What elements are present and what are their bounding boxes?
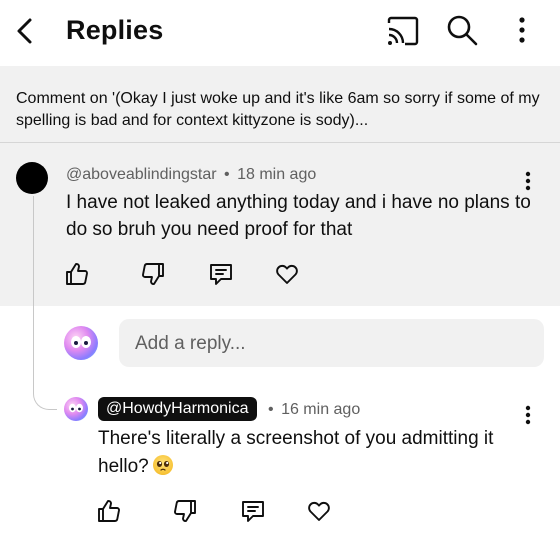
avatar[interactable] (16, 162, 48, 194)
reply-icon[interactable] (240, 498, 266, 524)
avatar[interactable] (64, 397, 88, 421)
heart-icon[interactable] (306, 498, 332, 524)
dislike-icon[interactable] (172, 498, 198, 524)
cast-icon[interactable] (386, 16, 420, 46)
comment-author[interactable]: @aboveablindingstar (66, 166, 217, 183)
page-title: Replies (66, 15, 164, 45)
like-icon[interactable] (64, 261, 90, 287)
reply-text: There's literally a screenshot of you ad… (98, 425, 518, 481)
comment-time: 18 min ago (237, 166, 317, 183)
more-vert-icon[interactable] (518, 404, 538, 426)
like-icon[interactable] (96, 498, 122, 524)
separator-dot: • (268, 401, 274, 418)
heart-icon[interactable] (274, 261, 300, 287)
reply-time: 16 min ago (281, 401, 361, 418)
avatar[interactable] (64, 326, 98, 360)
reply-meta: • 16 min ago (268, 401, 360, 419)
parent-comment-context[interactable]: Comment on '(Okay I just woke up and it'… (16, 88, 556, 132)
reply-input[interactable]: Add a reply... (119, 319, 544, 367)
top-app-bar: Replies (0, 0, 560, 66)
more-vert-icon[interactable] (518, 170, 538, 192)
reply-author-handle[interactable]: @HowdyHarmonica (98, 397, 257, 421)
more-vert-icon[interactable] (512, 14, 532, 46)
separator-dot: • (224, 166, 230, 183)
reply-icon[interactable] (208, 261, 234, 287)
back-arrow-icon[interactable] (12, 14, 42, 48)
comment-text: I have not leaked anything today and i h… (66, 192, 531, 240)
comment-actions (64, 261, 300, 287)
reply-actions (96, 498, 332, 524)
search-icon[interactable] (446, 14, 478, 46)
divider (0, 142, 560, 143)
comment-meta: @aboveablindingstar • 18 min ago (66, 166, 316, 184)
pleading-face-emoji (152, 455, 173, 475)
dislike-icon[interactable] (140, 261, 166, 287)
thread-connector-line (33, 196, 57, 410)
